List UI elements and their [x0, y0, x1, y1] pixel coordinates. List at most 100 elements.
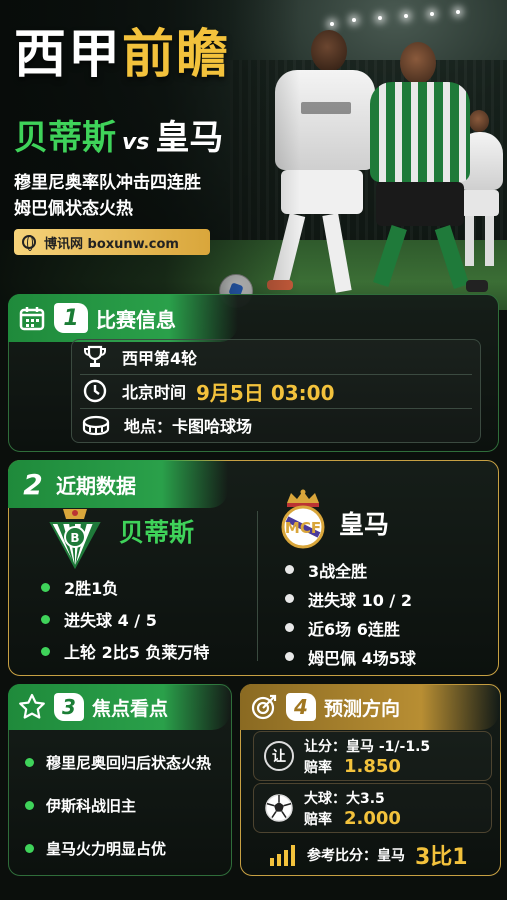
odds-label: 赔率: [304, 811, 332, 828]
venue-row: 地点：卡图哈球场: [82, 409, 252, 441]
venue-label: 地点：卡图哈球场: [124, 417, 253, 436]
list-item: 姆巴佩 4场5球: [285, 642, 416, 671]
football-icon: [265, 794, 293, 822]
focus-points-panel: 3 焦点看点 穆里尼奥回归后状态火热 伊斯科战旧主 皇马火力明显占优: [8, 684, 232, 876]
floodlight: [330, 22, 334, 26]
section-number: 1: [54, 303, 88, 333]
list-item: 2胜1负: [41, 571, 209, 603]
bullet-dot: [25, 801, 34, 810]
handicap-odds: 1.850: [344, 756, 401, 777]
title-part-gold: 前瞻: [122, 25, 231, 85]
stat-text: 近6场 6连胜: [308, 619, 400, 639]
match-time: 03:00: [270, 380, 335, 405]
section-number: 4: [286, 693, 316, 721]
floodlight: [378, 16, 382, 20]
focus-text: 伊斯科战旧主: [46, 797, 137, 815]
section-title: 焦点看点: [92, 697, 169, 720]
stat-text: 上轮 2比5 负莱万特: [64, 643, 210, 662]
score-value: 3比1: [415, 845, 468, 870]
focus-points-list: 穆里尼奥回归后状态火热 伊斯科战旧主 皇马火力明显占优: [25, 741, 211, 870]
target-icon: [251, 694, 277, 720]
away-team-name: 皇马: [155, 118, 224, 158]
bullet-dot: [25, 758, 34, 767]
bullet-dot: [285, 565, 294, 574]
bar-chart-icon: [270, 845, 295, 866]
calendar-icon: [19, 307, 45, 331]
floodlight: [456, 10, 460, 14]
bullet-dot: [41, 614, 50, 624]
stat-text: 姆巴佩 4场5球: [308, 648, 416, 668]
svg-text:B: B: [70, 531, 79, 545]
bullet-dot: [285, 594, 294, 603]
total-odds-row: 赔率 2.000: [304, 808, 401, 829]
list-item: 3战全胜: [285, 555, 416, 584]
bullet-dot: [41, 582, 50, 592]
stat-text: 3战全胜: [308, 561, 368, 581]
section-header-4: 4 预测方向: [240, 684, 499, 730]
site-badge[interactable]: 博讯网 boxunw.com: [14, 229, 210, 255]
stat-text: 2胜1负: [64, 579, 119, 598]
prediction-panel: 4 预测方向 让 让分：皇马 -1/-1.5 赔率 1.850 大球：大3.5 …: [240, 684, 501, 876]
score-label: 参考比分：皇马: [307, 848, 405, 864]
clock-icon: [83, 379, 107, 403]
focus-text: 皇马火力明显占优: [46, 840, 167, 858]
total-odds: 2.000: [344, 808, 401, 829]
subtitle-line-1: 穆里尼奥率队冲击四连胜: [14, 173, 201, 193]
list-item: 皇马火力明显占优: [25, 827, 211, 870]
home-team-title: 贝蒂斯: [119, 518, 195, 547]
title-part-white: 西甲: [14, 25, 123, 85]
trophy-icon: [84, 345, 106, 367]
subtitle-line-2: 姆巴佩状态火热: [14, 199, 133, 219]
time-row: 北京时间 9月5日 03:00: [82, 375, 335, 407]
svg-text:MCF: MCF: [285, 519, 321, 537]
away-stats-list: 3战全胜 进失球 10 / 2 近6场 6连胜 姆巴佩 4场5球: [285, 555, 416, 671]
section-header-1: 1 比赛信息: [8, 294, 238, 342]
section-title: 比赛信息: [96, 307, 176, 332]
match-info-box: 西甲第4轮 北京时间 9月5日 03:00 地点：卡图哈球场: [71, 339, 481, 443]
handicap-label: 让分：皇马 -1/-1.5: [304, 739, 431, 755]
total-goals-box: 大球：大3.5 赔率 2.000: [253, 783, 492, 833]
star-icon: [19, 693, 45, 719]
vs-label: vs: [122, 130, 150, 155]
floodlight: [352, 18, 356, 22]
list-item: 穆里尼奥回归后状态火热: [25, 741, 211, 784]
stat-text: 进失球 4 / 5: [64, 611, 157, 630]
home-stats-list: 2胜1负 进失球 4 / 5 上轮 2比5 负莱万特: [41, 571, 209, 667]
score-prediction-row: 参考比分：皇马 3比1: [269, 839, 468, 871]
bullet-dot: [285, 652, 294, 661]
section-number: 3: [54, 693, 84, 721]
section-header-2: 2 近期数据: [8, 460, 228, 508]
total-label: 大球：大3.5: [304, 791, 385, 807]
handicap-odds-row: 赔率 1.850: [304, 756, 401, 777]
floodlight: [404, 14, 408, 18]
section-header-3: 3 焦点看点: [8, 684, 230, 730]
home-team-name: 贝蒂斯: [14, 118, 116, 158]
match-info-panel: 1 比赛信息 西甲第4轮 北京时间 9月5日 03:00 地点：卡图哈球场: [8, 294, 499, 452]
odds-label: 赔率: [304, 759, 332, 776]
section-title: 近期数据: [56, 473, 136, 498]
globe-icon: [22, 235, 36, 251]
column-divider: [257, 511, 258, 661]
matchup-heading: 贝蒂斯 vs 皇马: [14, 110, 223, 159]
list-item: 近6场 6连胜: [285, 613, 416, 642]
floodlight: [430, 12, 434, 16]
site-label: 博讯网 boxunw.com: [44, 236, 179, 252]
real-madrid-crest-icon: MCF: [281, 489, 325, 549]
list-item: 上轮 2比5 负莱万特: [41, 635, 209, 667]
betis-crest-icon: B: [49, 509, 101, 569]
section-title: 预测方向: [324, 697, 401, 720]
round-label: 西甲第4轮: [122, 349, 198, 368]
page-title: 西甲前瞻: [14, 12, 230, 87]
match-date: 9月5日: [196, 380, 264, 405]
stat-text: 进失球 10 / 2: [308, 590, 412, 610]
bullet-dot: [285, 623, 294, 632]
bullet-dot: [41, 646, 50, 656]
handicap-box: 让 让分：皇马 -1/-1.5 赔率 1.850: [253, 731, 492, 781]
bullet-dot: [25, 844, 34, 853]
list-item: 伊斯科战旧主: [25, 784, 211, 827]
round-row: 西甲第4轮: [82, 341, 197, 373]
section-number: 2: [23, 467, 43, 501]
handicap-icon: 让: [264, 741, 294, 771]
stadium-icon: [82, 415, 110, 436]
list-item: 进失球 4 / 5: [41, 603, 209, 635]
